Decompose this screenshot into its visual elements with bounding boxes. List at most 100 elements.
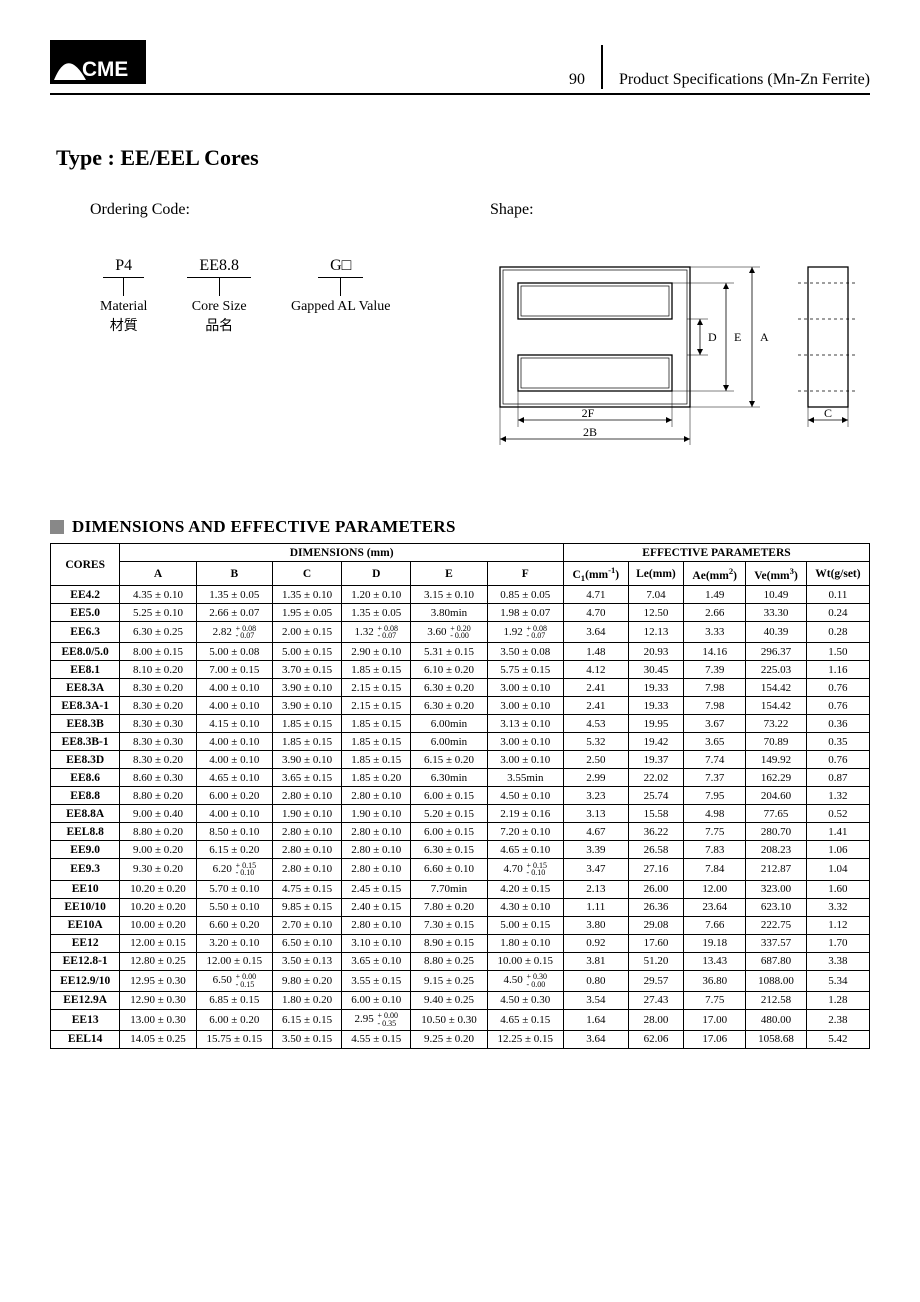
ordering-col-material: P4 Material 材質 [100, 257, 147, 336]
cell-C: 2.80 ± 0.10 [272, 859, 341, 880]
cell-A: 12.00 ± 0.15 [120, 934, 196, 952]
cell-B: 4.00 ± 0.10 [196, 733, 272, 751]
core-name: EE5.0 [51, 604, 120, 622]
cell-Ae: 7.66 [684, 916, 746, 934]
cell-C1: 3.64 [563, 1030, 628, 1048]
cell-D: 1.85 ± 0.15 [342, 733, 411, 751]
cell-C: 1.85 ± 0.15 [272, 715, 341, 733]
cell-Wt: 2.38 [806, 1009, 869, 1030]
cell-E: 10.50 ± 0.30 [411, 1009, 487, 1030]
cell-C: 1.90 ± 0.10 [272, 805, 341, 823]
table-row: EE8.3D8.30 ± 0.204.00 ± 0.103.90 ± 0.101… [51, 751, 870, 769]
cell-Wt: 1.41 [806, 823, 869, 841]
core-name: EE8.6 [51, 769, 120, 787]
cell-Wt: 3.38 [806, 952, 869, 970]
cell-Le: 19.37 [628, 751, 684, 769]
cell-Le: 27.43 [628, 991, 684, 1009]
cell-Le: 17.60 [628, 934, 684, 952]
cell-C: 3.70 ± 0.15 [272, 661, 341, 679]
cell-C: 2.80 ± 0.10 [272, 823, 341, 841]
cell-C: 6.15 ± 0.15 [272, 1009, 341, 1030]
cell-B: 6.50 + 0.00- 0.15 [196, 970, 272, 991]
cell-F: 12.25 ± 0.15 [487, 1030, 563, 1048]
cell-B: 5.50 ± 0.10 [196, 898, 272, 916]
cell-Ve: 208.23 [746, 841, 807, 859]
table-row: EE6.36.30 ± 0.252.82 + 0.08- 0.072.00 ± … [51, 622, 870, 643]
cell-A: 8.30 ± 0.20 [120, 751, 196, 769]
cell-D: 4.55 ± 0.15 [342, 1030, 411, 1048]
svg-text:D: D [708, 330, 717, 344]
cell-E: 6.15 ± 0.20 [411, 751, 487, 769]
core-name: EE8.3A [51, 679, 120, 697]
cell-C: 2.80 ± 0.10 [272, 841, 341, 859]
core-name: EE10A [51, 916, 120, 934]
cell-Ve: 280.70 [746, 823, 807, 841]
cell-A: 10.20 ± 0.20 [120, 898, 196, 916]
cell-F: 5.75 ± 0.15 [487, 661, 563, 679]
section-title-row: DIMENSIONS AND EFFECTIVE PARAMETERS [50, 517, 870, 537]
cell-C: 3.90 ± 0.10 [272, 679, 341, 697]
cell-Ve: 77.65 [746, 805, 807, 823]
cell-D: 1.85 ± 0.15 [342, 661, 411, 679]
cell-Le: 29.57 [628, 970, 684, 991]
cell-Ve: 480.00 [746, 1009, 807, 1030]
table-row: EE8.3A8.30 ± 0.204.00 ± 0.103.90 ± 0.102… [51, 679, 870, 697]
cell-Ve: 162.29 [746, 769, 807, 787]
cell-Ae: 7.75 [684, 823, 746, 841]
cell-Wt: 0.76 [806, 679, 869, 697]
core-name: EE12.8-1 [51, 952, 120, 970]
cell-C: 5.00 ± 0.15 [272, 643, 341, 661]
table-row: EE12.9A12.90 ± 0.306.85 ± 0.151.80 ± 0.2… [51, 991, 870, 1009]
ordering-sub-2: 品名 [187, 318, 251, 336]
th-effective: EFFECTIVE PARAMETERS [563, 544, 869, 562]
cell-A: 12.90 ± 0.30 [120, 991, 196, 1009]
cell-F: 3.13 ± 0.10 [487, 715, 563, 733]
cell-Wt: 5.34 [806, 970, 869, 991]
cell-C1: 2.41 [563, 697, 628, 715]
cell-A: 8.30 ± 0.30 [120, 733, 196, 751]
cell-Le: 27.16 [628, 859, 684, 880]
page-number: 90 [150, 45, 603, 89]
cell-Wt: 3.32 [806, 898, 869, 916]
cell-F: 4.20 ± 0.15 [487, 880, 563, 898]
cell-F: 3.00 ± 0.10 [487, 733, 563, 751]
cell-E: 7.30 ± 0.15 [411, 916, 487, 934]
core-name: EE6.3 [51, 622, 120, 643]
cell-B: 4.65 ± 0.10 [196, 769, 272, 787]
cell-D: 2.15 ± 0.15 [342, 679, 411, 697]
shape-section: Shape: D [490, 201, 870, 447]
cell-F: 2.19 ± 0.16 [487, 805, 563, 823]
cell-Ve: 10.49 [746, 586, 807, 604]
cell-E: 6.10 ± 0.20 [411, 661, 487, 679]
cell-D: 2.80 ± 0.10 [342, 916, 411, 934]
cell-Le: 19.33 [628, 679, 684, 697]
cell-Ve: 212.58 [746, 991, 807, 1009]
th-Wt: Wt(g/set) [806, 562, 869, 586]
cell-Ve: 1058.68 [746, 1030, 807, 1048]
cell-D: 2.80 ± 0.10 [342, 823, 411, 841]
cell-B: 4.00 ± 0.10 [196, 697, 272, 715]
ordering-code-2: EE8.8 [187, 257, 251, 278]
ordering-label: Ordering Code: [90, 201, 430, 219]
cell-Ae: 7.75 [684, 991, 746, 1009]
cell-C: 3.90 ± 0.10 [272, 751, 341, 769]
cell-D: 2.90 ± 0.10 [342, 643, 411, 661]
cell-C1: 1.11 [563, 898, 628, 916]
cell-A: 4.35 ± 0.10 [120, 586, 196, 604]
cell-Le: 29.08 [628, 916, 684, 934]
svg-text:C: C [824, 406, 832, 420]
svg-text:CME: CME [82, 58, 128, 81]
table-row: EE8.68.60 ± 0.304.65 ± 0.103.65 ± 0.151.… [51, 769, 870, 787]
table-row: EE5.05.25 ± 0.102.66 ± 0.071.95 ± 0.051.… [51, 604, 870, 622]
cell-Ae: 13.43 [684, 952, 746, 970]
cell-Ae: 12.00 [684, 880, 746, 898]
cell-Wt: 1.06 [806, 841, 869, 859]
cell-D: 1.85 ± 0.20 [342, 769, 411, 787]
cell-D: 3.10 ± 0.10 [342, 934, 411, 952]
table-row: EE8.88.80 ± 0.206.00 ± 0.202.80 ± 0.102.… [51, 787, 870, 805]
cell-Wt: 1.32 [806, 787, 869, 805]
cell-E: 6.00min [411, 715, 487, 733]
cell-Ae: 14.16 [684, 643, 746, 661]
cell-B: 6.60 ± 0.20 [196, 916, 272, 934]
svg-text:A: A [760, 330, 769, 344]
